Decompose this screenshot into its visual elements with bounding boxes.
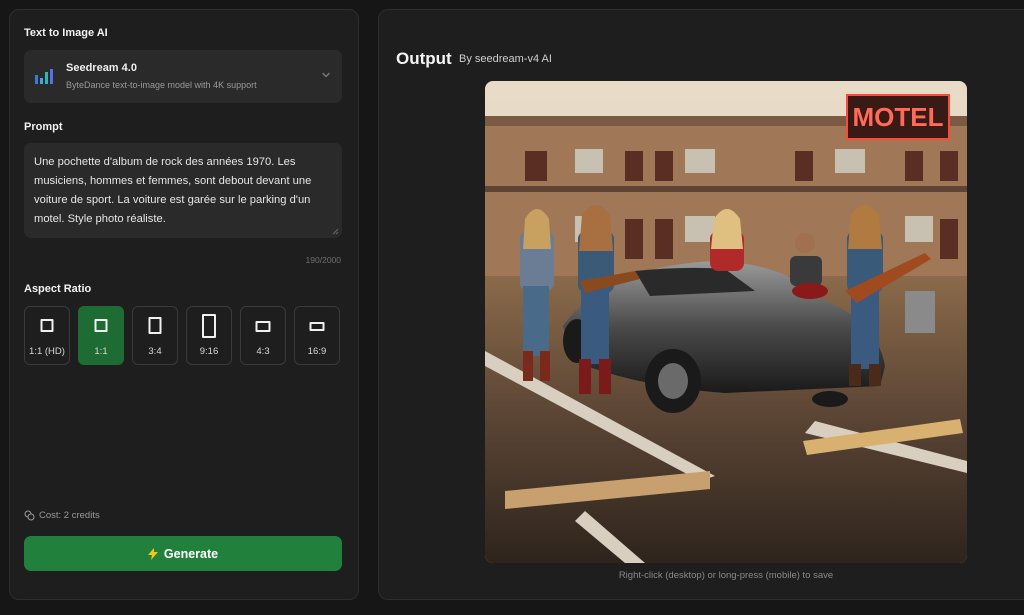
tall-portrait-shape-icon xyxy=(202,314,216,338)
coins-icon xyxy=(24,510,35,521)
motel-sign-text: MOTEL xyxy=(853,102,944,132)
settings-panel: Text to Image AI Seedream 4.0 ByteDance … xyxy=(9,9,359,600)
model-section-title: Text to Image AI xyxy=(24,27,108,39)
character-count: 190/2000 xyxy=(305,255,341,265)
generated-image[interactable]: MOTEL xyxy=(485,81,967,563)
output-model-credit: By seedream-v4 AI xyxy=(459,53,552,65)
album-cover-image: MOTEL xyxy=(485,81,967,563)
model-name: Seedream 4.0 xyxy=(66,62,137,74)
aspect-ratio-1-1-hd[interactable]: 1:1 (HD) xyxy=(24,306,70,365)
aspect-ratio-16-9[interactable]: 16:9 xyxy=(294,306,340,365)
resize-handle-icon[interactable] xyxy=(332,228,339,235)
landscape-shape-icon xyxy=(255,321,271,332)
ratio-label: 1:1 (HD) xyxy=(29,346,65,357)
output-panel: Output By seedream-v4 AI MOTEL Right-cli… xyxy=(378,9,1024,600)
prompt-title: Prompt xyxy=(24,121,63,133)
aspect-ratio-options: 1:1 (HD) 1:1 3:4 9:16 4:3 16:9 xyxy=(24,306,344,366)
portrait-shape-icon xyxy=(148,317,162,334)
aspect-ratio-1-1[interactable]: 1:1 xyxy=(78,306,124,365)
chevron-down-icon xyxy=(322,72,330,78)
cost-text: Cost: 2 credits xyxy=(39,510,100,521)
save-hint: Right-click (desktop) or long-press (mob… xyxy=(618,570,834,581)
model-description: ByteDance text-to-image model with 4K su… xyxy=(66,80,257,90)
aspect-ratio-3-4[interactable]: 3:4 xyxy=(132,306,178,365)
prompt-input[interactable]: Une pochette d'album de rock des années … xyxy=(24,143,342,238)
square-shape-icon xyxy=(40,319,54,332)
ratio-label: 4:3 xyxy=(256,346,270,357)
seedream-bars-icon xyxy=(35,69,53,84)
model-selector[interactable]: Seedream 4.0 ByteDance text-to-image mod… xyxy=(24,50,342,103)
aspect-ratio-4-3[interactable]: 4:3 xyxy=(240,306,286,365)
aspect-ratio-title: Aspect Ratio xyxy=(24,283,92,295)
lightning-icon xyxy=(147,547,158,560)
aspect-ratio-9-16[interactable]: 9:16 xyxy=(186,306,232,365)
generate-label: Generate xyxy=(163,546,219,561)
prompt-text: Une pochette d'album de rock des années … xyxy=(34,156,312,225)
output-title: Output xyxy=(396,49,452,68)
ratio-label: 3:4 xyxy=(148,346,162,357)
wide-landscape-shape-icon xyxy=(309,322,325,331)
generate-button[interactable]: Generate xyxy=(24,536,342,571)
ratio-label: 9:16 xyxy=(199,346,219,357)
cost-info: Cost: 2 credits xyxy=(24,510,100,521)
square-shape-icon xyxy=(94,319,108,332)
ratio-label: 16:9 xyxy=(307,346,327,357)
ratio-label: 1:1 xyxy=(94,346,108,357)
